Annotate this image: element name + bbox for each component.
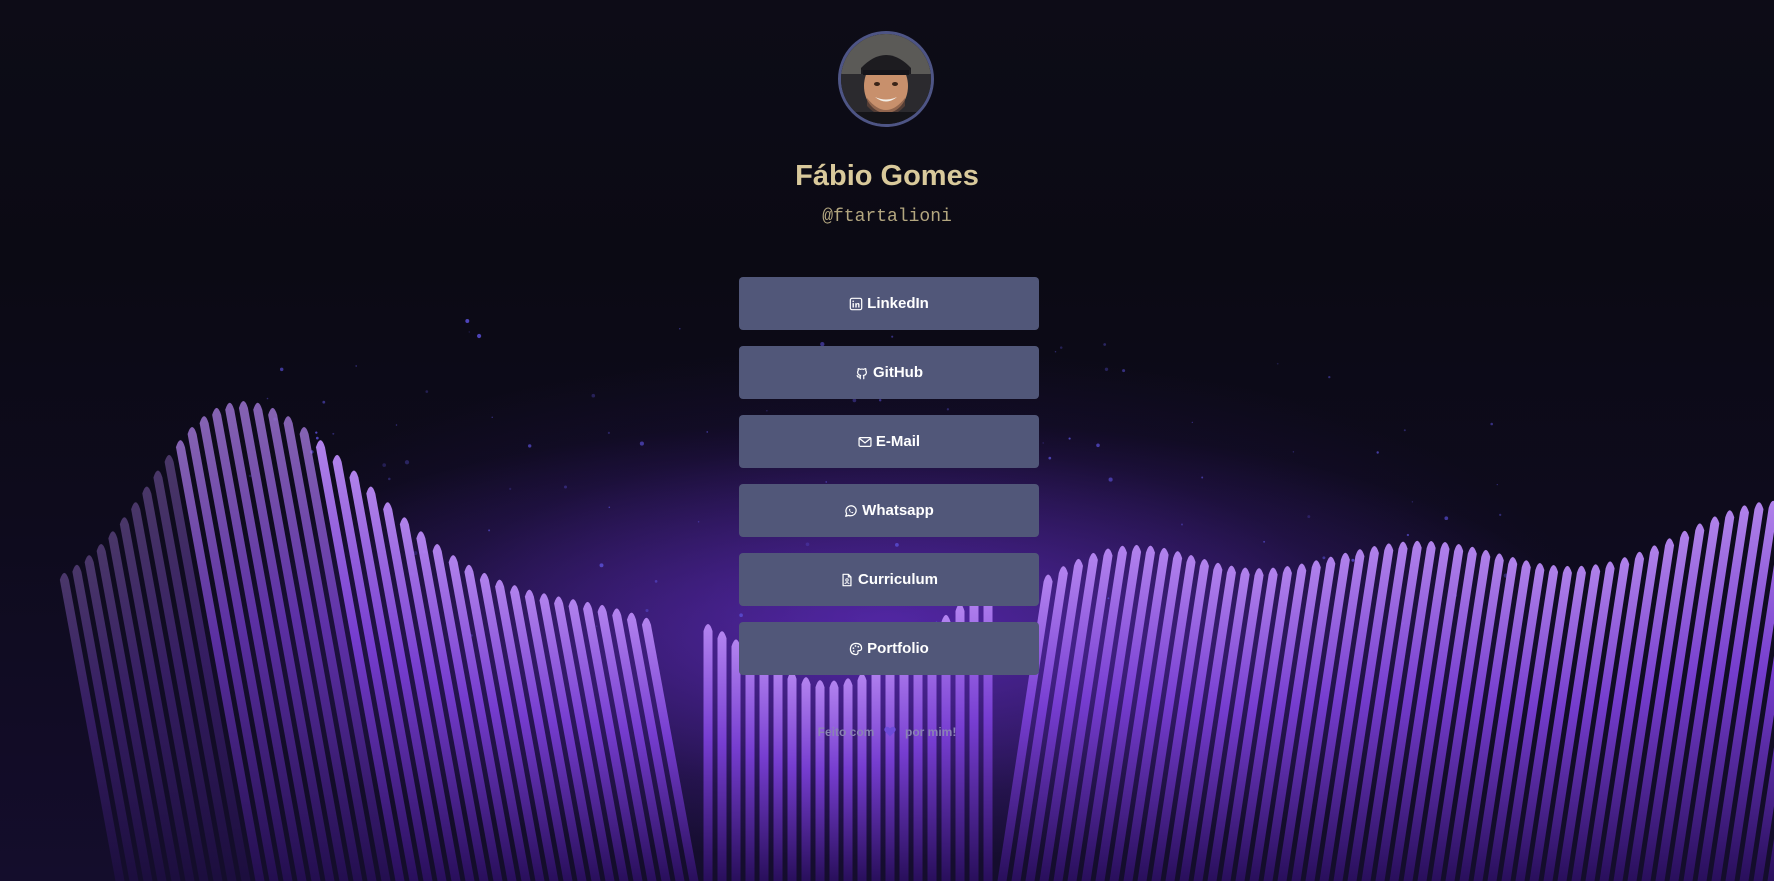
file-icon xyxy=(840,573,854,587)
whatsapp-icon xyxy=(844,504,858,518)
whatsapp-button[interactable]: Whatsapp xyxy=(739,484,1039,537)
email-button[interactable]: E-Mail xyxy=(739,415,1039,468)
profile-name: Fábio Gomes xyxy=(795,160,979,192)
curriculum-button[interactable]: Curriculum xyxy=(739,553,1039,606)
link-list: LinkedIn GitHub E-Mail Whatsapp Curricul… xyxy=(739,277,1039,691)
portfolio-label: Portfolio xyxy=(867,640,929,657)
avatar xyxy=(838,31,934,127)
heart-icon xyxy=(883,725,896,741)
profile-handle: @ftartalioni xyxy=(822,207,952,227)
palette-icon xyxy=(849,642,863,656)
github-button[interactable]: GitHub xyxy=(739,346,1039,399)
email-label: E-Mail xyxy=(875,433,921,450)
portfolio-button[interactable]: Portfolio xyxy=(739,622,1039,675)
github-label: GitHub xyxy=(873,364,923,381)
curriculum-label: Curriculum xyxy=(857,571,938,588)
github-icon xyxy=(855,366,869,380)
linkedin-button[interactable]: LinkedIn xyxy=(739,277,1039,330)
mail-icon xyxy=(858,435,872,449)
footer-text-before: Feito com xyxy=(817,725,875,739)
whatsapp-label: Whatsapp xyxy=(862,502,934,519)
linkedin-icon xyxy=(849,297,863,311)
footer-text-after: por mim! xyxy=(905,725,957,739)
footer: Feito com por mim! xyxy=(0,724,1774,741)
linkedin-label: LinkedIn xyxy=(867,295,929,312)
profile-photo xyxy=(841,34,931,124)
